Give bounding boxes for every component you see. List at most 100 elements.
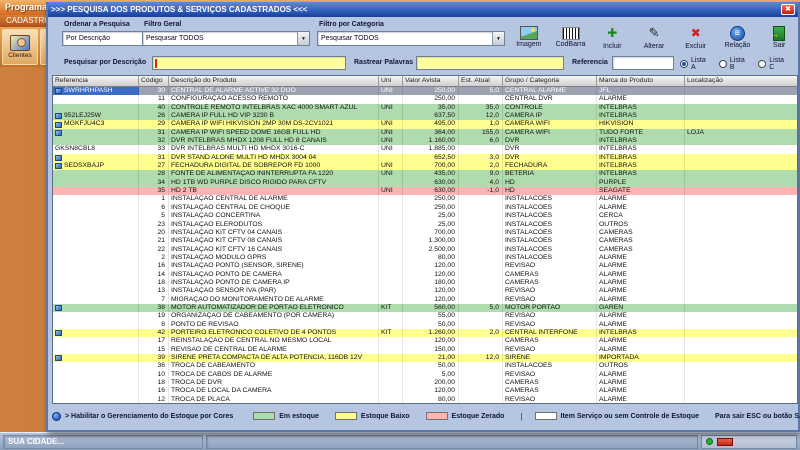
cell: SIRENE <box>503 354 597 363</box>
table-row[interactable]: 19 ORGANIZAÇÃO DE CABEAMENTO (POR CÂMERA)… <box>53 312 797 321</box>
column-header[interactable]: Descrição do Produto <box>169 76 379 87</box>
table-row[interactable]: 28 FONTE DE ALIMENTAÇÃO ININTERRUPTA FA 1… <box>53 170 797 179</box>
cell: 495,00 <box>403 120 459 129</box>
table-row[interactable]: 8 PONTO DE REVISÃO 50,00 REVISAO ALARME <box>53 320 797 329</box>
table-row[interactable]: 14 INSTALAÇÃO PONTO DE CAMERA 120,00 CAMERA… <box>53 270 797 279</box>
table-row[interactable]: 31 CAMERA IP WIFI SPEED DOME 16GB FULL HD… <box>53 128 797 138</box>
cell: DVR <box>503 145 597 154</box>
table-row[interactable]: 15 REVISÃO DE CENTRAL DE ALARME 150,00 REVI… <box>53 345 797 354</box>
cell: CAMERAS <box>597 245 685 254</box>
close-icon[interactable]: ✖ <box>781 4 795 15</box>
table-row[interactable]: 2 INSTALAÇÃO MODULO GPRS 80,00 INSTALACOES A… <box>53 253 797 263</box>
reference-input[interactable] <box>612 56 674 70</box>
clientes-button[interactable]: Clientes <box>2 29 38 65</box>
radio-lista-b[interactable]: Lista B <box>718 57 751 71</box>
cell: INTELBRAS <box>597 170 685 179</box>
codbarra-button[interactable]: CodBarra <box>550 17 592 57</box>
table-row[interactable]: 40 CONTROLE REMOTO INTELBRAS XAC 4000 SMA… <box>53 103 797 113</box>
cell: PORTEIRO ELETRÔNICO COLETIVO DE 4 PONTOS <box>169 328 379 338</box>
table-row[interactable]: 952LEJ25W 26 CAMERA IP FULL HD VIP 3230 B 6… <box>53 112 797 121</box>
track-words-input[interactable] <box>416 56 564 70</box>
table-row[interactable]: 18 INSTALAÇÃO PONTO DE CAMERA IP 180,00 CAM… <box>53 278 797 288</box>
toggle-label: > Habilitar o Gerenciamento do Estoque p… <box>65 412 234 420</box>
table-row[interactable]: 16 TROCA DE LOCAL DA CAMERA 120,00 CAMERAS A… <box>53 387 797 396</box>
column-header[interactable]: Marca do Produto <box>597 76 685 87</box>
cell: CONTROLE <box>503 103 597 113</box>
table-row[interactable]: 31 DVR STAND ALONE MULTI HD MHDX 3004 04 6… <box>53 153 797 163</box>
cell: INSTALACOES <box>503 228 597 238</box>
table-row[interactable]: 6 INSTALAÇÃO CENTRAL DE CHOQUE 250,00 INSTA… <box>53 203 797 213</box>
cell: DVR INTELBRAS MHDX 1208 FULL HD 8 CANAIS <box>169 137 379 146</box>
table-row[interactable]: MGKFJU4C3 29 CAMERA IP WIFI HIKVISION 2MP … <box>53 120 797 129</box>
table-row[interactable]: 1 INSTALAÇÃO CENTRAL DE ALARME 250,00 INSTA… <box>53 195 797 204</box>
cell: CENTRAL DVR <box>503 95 597 104</box>
search-description-input[interactable] <box>152 56 346 70</box>
cell: 652,50 <box>403 153 459 163</box>
cell: INSTALACOES <box>503 362 597 371</box>
cell: 50,00 <box>403 362 459 371</box>
table-row[interactable]: 23 INSTALAÇÃO ELERODUTOS 25,00 INSTALACOES O… <box>53 220 797 229</box>
table-row[interactable]: 39 SIRENE PRETA COMPACTA DE ALTA POTÊNCIA… <box>53 354 797 363</box>
general-filter-select[interactable]: Pesquisar TODOS ▼ <box>142 31 310 46</box>
alterar-button[interactable]: Alterar <box>633 17 675 57</box>
stock-color-toggle[interactable]: > Habilitar o Gerenciamento do Estoque p… <box>52 411 234 421</box>
cell <box>685 87 797 95</box>
table-row[interactable]: 35 HD 2 TB UNI 630,00 -1,0 HD SEAGATE <box>53 187 797 196</box>
table-row[interactable]: 5 INSTALAÇÃO CONCERTINA 25,00 INSTALACOES CE… <box>53 212 797 221</box>
dialog-titlebar[interactable]: >>> PESQUISA DOS PRODUTOS & SERVIÇOS CAD… <box>48 2 798 17</box>
cell <box>379 395 403 403</box>
imagem-button[interactable]: Imagem <box>508 17 550 57</box>
relacao-button[interactable]: Relação <box>717 17 759 57</box>
table-row[interactable]: 32 DVR INTELBRAS MHDX 1208 FULL HD 8 CANA… <box>53 137 797 146</box>
cell: INSTALAÇÃO SENSOR IVA (PAR) <box>169 287 379 296</box>
table-row[interactable]: SWRHRHPASH 30 CENTRAL DE ALARME ACTIVE 32 … <box>53 87 797 96</box>
table-row[interactable]: 38 MOTOR AUTOMATIZADOR DE PORTÃO ELETRÔNI… <box>53 303 797 313</box>
cell: INTELBRAS <box>597 103 685 113</box>
column-header[interactable]: Localização <box>685 76 797 87</box>
column-header[interactable]: Grupo / Categoria <box>503 76 597 87</box>
cell <box>53 320 139 329</box>
incluir-button[interactable]: Incluir <box>591 17 633 57</box>
table-row[interactable]: SEDSXBAJP 27 FECHADURA DIGITAL DE SOBREPOR… <box>53 162 797 171</box>
photo-icon <box>55 121 62 128</box>
cell <box>53 303 139 313</box>
excluir-button[interactable]: Excluir <box>675 17 717 57</box>
cell <box>379 379 403 388</box>
table-row[interactable]: 21 INSTALAÇÃO KIT CFTV 08 CANAIS 1.300,00 I… <box>53 237 797 246</box>
column-header[interactable]: Est. Atual <box>459 76 503 87</box>
chevron-down-icon[interactable]: ▼ <box>492 32 504 45</box>
cell <box>685 337 797 345</box>
cell <box>459 262 503 271</box>
table-row[interactable]: 12 TROCA DE PLACA 80,00 REVISAO ALARME <box>53 395 797 403</box>
table-row[interactable]: 22 INSTALAÇÃO KIT CFTV 16 CANAIS 2.500,00 I… <box>53 245 797 254</box>
search-products-dialog: >>> PESQUISA DOS PRODUTOS & SERVIÇOS CAD… <box>46 2 800 432</box>
table-row[interactable]: 17 REINSTALAÇÃO DE CENTRAL NO MESMO LOCAL… <box>53 337 797 346</box>
cell: ALARME <box>597 278 685 288</box>
table-row[interactable]: 42 PORTEIRO ELETRÔNICO COLETIVO DE 4 PONT… <box>53 328 797 338</box>
table-row[interactable]: 10 TROCA DE CABOS DE ALARME 5,00 REVISAO ALA… <box>53 370 797 380</box>
radio-lista-c[interactable]: Lista C <box>758 57 791 71</box>
radio-lista-a[interactable]: Lista A <box>680 57 712 71</box>
chevron-down-icon[interactable]: ▼ <box>297 32 309 45</box>
column-header[interactable]: Uni <box>379 76 403 87</box>
table-row[interactable]: 16 INSTALAÇÃO PONTO (SENSOR, SIRENE) 120,0… <box>53 262 797 271</box>
cell <box>53 362 139 371</box>
table-row[interactable]: 36 TROCA DE CABEAMENTO 50,00 INSTALACOES OUT… <box>53 362 797 371</box>
table-row[interactable]: 11 CONFIGURAÇÃO ACESSO REMOTO 250,00 CENTRA… <box>53 95 797 104</box>
cell: INSTALAÇÃO KIT CFTV 08 CANAIS <box>169 237 379 246</box>
cell <box>379 220 403 229</box>
cell <box>379 112 403 121</box>
table-row[interactable]: 13 INSTALAÇÃO SENSOR IVA (PAR) 120,00 REVIS… <box>53 287 797 296</box>
cell: UNI <box>379 187 403 196</box>
sair-button[interactable]: Sair <box>758 17 800 57</box>
column-header[interactable]: Referencia <box>53 76 139 87</box>
table-row[interactable]: 34 HD 1TB WD PURPLE DISCO RIGIDO PARA CFT… <box>53 178 797 188</box>
column-header[interactable]: Valor Avista <box>403 76 459 87</box>
table-row[interactable]: GKSN8CBL8 33 DVR INTELBRAS MULTI HD MHDX 3… <box>53 145 797 154</box>
column-header[interactable]: Código <box>139 76 169 87</box>
table-row[interactable]: 20 INSTALAÇÃO KIT CFTV 04 CANAIS 700,00 INS… <box>53 228 797 238</box>
table-row[interactable]: 18 TROCA DE DVR 200,00 CAMERAS ALARME <box>53 379 797 388</box>
cell: 23 <box>139 220 169 229</box>
category-filter-select[interactable]: Pesquisar TODOS ▼ <box>317 31 505 46</box>
table-row[interactable]: 7 MIGRAÇÃO DO MONITORAMENTO DE ALARME 120,… <box>53 295 797 304</box>
